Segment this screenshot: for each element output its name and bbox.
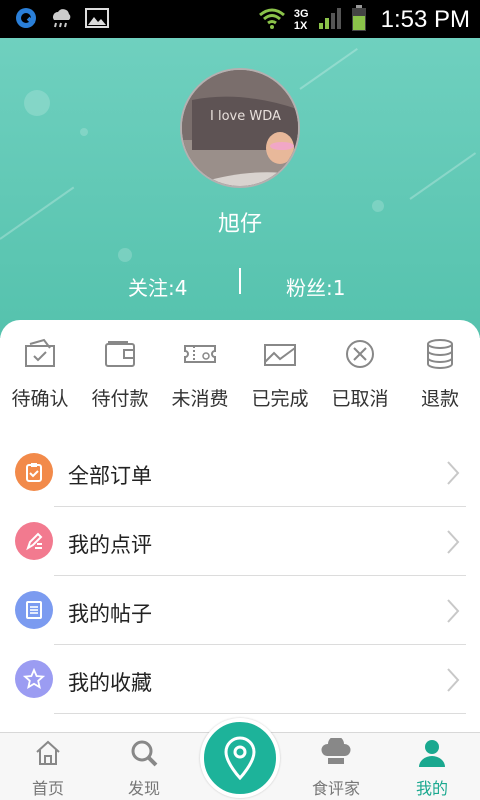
- location-pin-icon: [224, 736, 256, 780]
- divider: [54, 713, 466, 714]
- chevron-right-icon: [446, 598, 460, 628]
- menu-item-my-favorites[interactable]: 我的收藏: [0, 645, 480, 714]
- wallet-icon: [105, 341, 135, 367]
- username: 旭仔: [217, 212, 262, 237]
- menu-label: 全部订单: [68, 464, 152, 488]
- wifi-icon: [258, 5, 286, 35]
- home-icon: [0, 737, 96, 769]
- weather-icon: [48, 6, 74, 34]
- coins-icon: [427, 339, 453, 369]
- status-time: 1:53 PM: [380, 6, 470, 33]
- chef-hat-icon: [288, 737, 384, 769]
- menu-list: 全部订单 我的点评 我的帖子 我的收藏: [0, 438, 480, 714]
- order-label: 待确认: [11, 388, 69, 410]
- tab-label: 发现: [127, 779, 160, 798]
- search-icon: [96, 737, 192, 769]
- document-icon: [15, 591, 53, 629]
- tab-label: 我的: [415, 779, 448, 798]
- user-icon: [384, 737, 480, 769]
- decor-bubble: [118, 248, 132, 262]
- following-count[interactable]: 关注:4: [128, 272, 187, 301]
- chevron-right-icon: [446, 667, 460, 697]
- order-completed[interactable]: 已完成: [240, 336, 320, 411]
- chevron-right-icon: [446, 460, 460, 490]
- star-icon: [15, 660, 53, 698]
- menu-item-all-orders[interactable]: 全部订单: [0, 438, 480, 507]
- tab-label: 食评家: [311, 779, 360, 798]
- pen-icon: [15, 522, 53, 560]
- tab-mine[interactable]: 我的: [384, 737, 480, 799]
- order-cancelled[interactable]: 已取消: [320, 336, 400, 411]
- decor-bubble: [80, 128, 88, 136]
- order-label: 退款: [420, 388, 459, 410]
- network-type: 3G 1X: [293, 8, 309, 32]
- avatar[interactable]: I love WDA: [180, 68, 300, 188]
- order-label: 待付款: [91, 388, 149, 410]
- gallery-icon: [84, 6, 110, 34]
- nearby-location-button[interactable]: [200, 718, 280, 798]
- menu-item-my-reviews[interactable]: 我的点评: [0, 507, 480, 576]
- followers-count[interactable]: 粉丝:1: [286, 272, 345, 301]
- cancel-icon: [346, 340, 374, 368]
- order-pending-payment[interactable]: 待付款: [80, 336, 160, 411]
- stats-row: 关注:4 粉丝:1: [0, 268, 480, 302]
- tab-home[interactable]: 首页: [0, 737, 96, 799]
- confirm-icon: [25, 338, 55, 367]
- chevron-right-icon: [446, 529, 460, 559]
- menu-item-my-posts[interactable]: 我的帖子: [0, 576, 480, 645]
- status-bar: 3G 1X 1:53 PM: [0, 0, 480, 38]
- order-refund[interactable]: 退款: [400, 336, 480, 411]
- order-label: 已完成: [251, 388, 309, 410]
- envelope-icon: [264, 344, 296, 366]
- ticket-icon: [184, 345, 216, 363]
- decor-bubble: [24, 90, 50, 116]
- menu-label: 我的收藏: [68, 671, 152, 695]
- tab-food-critic[interactable]: 食评家: [288, 737, 384, 799]
- menu-label: 我的点评: [68, 533, 152, 557]
- battery-icon: [351, 4, 367, 36]
- app-icon: [14, 6, 38, 34]
- orders-card: 待确认 待付款 未消费 已完成 已取消 退款: [0, 320, 480, 432]
- signal-icon: [317, 5, 343, 35]
- clipboard-icon: [15, 453, 53, 491]
- tab-discover[interactable]: 发现: [96, 737, 192, 799]
- avatar-caption: I love WDA: [210, 109, 281, 124]
- decor-streak: [409, 152, 477, 200]
- order-pending-confirm[interactable]: 待确认: [0, 336, 80, 411]
- stats-divider: [239, 268, 241, 294]
- order-unused[interactable]: 未消费: [160, 336, 240, 411]
- order-label: 未消费: [171, 388, 229, 410]
- decor-streak: [299, 48, 358, 90]
- order-label: 已取消: [331, 388, 389, 410]
- tab-label: 首页: [31, 779, 64, 798]
- profile-header: I love WDA 旭仔 关注:4 粉丝:1: [0, 38, 480, 338]
- menu-label: 我的帖子: [68, 602, 152, 626]
